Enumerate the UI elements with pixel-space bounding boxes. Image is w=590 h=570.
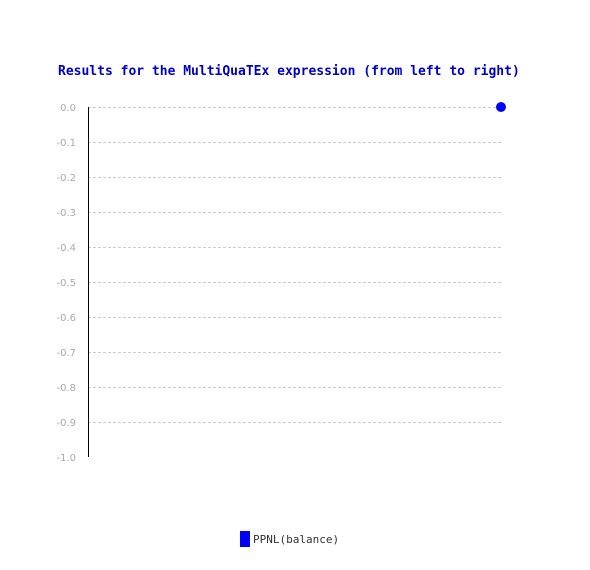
chart-plot-area: 0.0 -0.1 -0.2 -0.3 -0.4 -0.5 -0.6 -0.7 -0.8 -0.9 -… bbox=[56, 102, 506, 464]
y-tick-label: -0.3 bbox=[56, 208, 76, 219]
y-tick-label: -0.2 bbox=[56, 173, 76, 184]
y-tick-label: -0.6 bbox=[56, 313, 76, 324]
data-points bbox=[496, 102, 506, 112]
legend-label: PPNL(balance) bbox=[253, 532, 340, 546]
data-point bbox=[496, 102, 506, 112]
y-tick-label: -0.7 bbox=[56, 348, 76, 359]
y-tick-label: -0.1 bbox=[56, 138, 76, 149]
legend: PPNL(balance) bbox=[240, 531, 339, 547]
y-tick-label: -1.0 bbox=[56, 453, 76, 464]
legend-swatch bbox=[240, 531, 250, 547]
y-axis-tick-labels: 0.0 -0.1 -0.2 -0.3 -0.4 -0.5 -0.6 -0.7 -0.8 -0.9 -… bbox=[56, 103, 76, 464]
y-tick-label: 0.0 bbox=[60, 103, 76, 114]
y-tick-label: -0.5 bbox=[56, 278, 76, 289]
grid-lines bbox=[88, 107, 501, 423]
y-tick-label: -0.4 bbox=[56, 243, 76, 254]
y-tick-label: -0.9 bbox=[56, 418, 76, 429]
y-tick-label: -0.8 bbox=[56, 383, 76, 394]
